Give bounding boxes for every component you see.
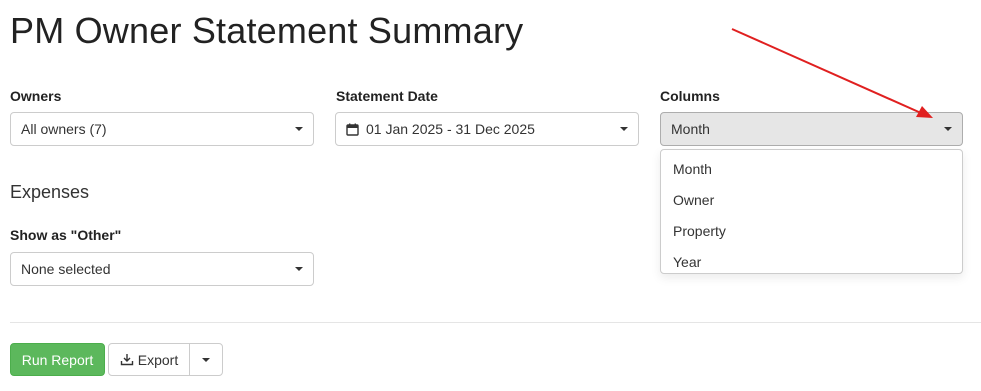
export-label: Export xyxy=(137,351,179,368)
caret-down-icon xyxy=(202,357,210,362)
run-report-button[interactable]: Run Report xyxy=(10,343,105,376)
columns-option-property[interactable]: Property xyxy=(661,216,962,247)
columns-option-month[interactable]: Month xyxy=(661,154,962,185)
columns-option-year[interactable]: Year xyxy=(661,247,962,278)
caret-down-icon xyxy=(295,267,303,271)
caret-down-icon[interactable] xyxy=(944,127,952,131)
columns-label: Columns xyxy=(660,88,720,104)
show-as-other-select[interactable]: None selected xyxy=(10,252,314,286)
page-title: PM Owner Statement Summary xyxy=(10,10,524,51)
download-icon xyxy=(120,353,134,366)
columns-select[interactable]: Month xyxy=(660,112,963,146)
caret-down-icon xyxy=(295,127,303,131)
columns-option-owner[interactable]: Owner xyxy=(661,185,962,216)
columns-dropdown-menu: Month Owner Property Year xyxy=(660,149,963,274)
owners-select[interactable]: All owners (7) xyxy=(10,112,314,146)
show-as-other-label: Show as "Other" xyxy=(10,227,122,243)
statement-date-label: Statement Date xyxy=(336,88,438,104)
expenses-heading: Expenses xyxy=(10,182,90,202)
owners-label: Owners xyxy=(10,88,62,104)
statement-date-picker[interactable]: 01 Jan 2025 - 31 Dec 2025 xyxy=(335,112,639,146)
calendar-icon xyxy=(346,123,359,136)
caret-down-icon xyxy=(620,127,628,131)
owners-select-value: All owners (7) xyxy=(21,121,107,137)
statement-date-value: 01 Jan 2025 - 31 Dec 2025 xyxy=(366,121,535,137)
show-as-other-value: None selected xyxy=(21,261,111,277)
columns-select-value: Month xyxy=(671,121,710,137)
divider xyxy=(10,322,981,323)
export-button[interactable]: Export xyxy=(108,343,190,376)
export-options-toggle[interactable] xyxy=(189,343,223,376)
